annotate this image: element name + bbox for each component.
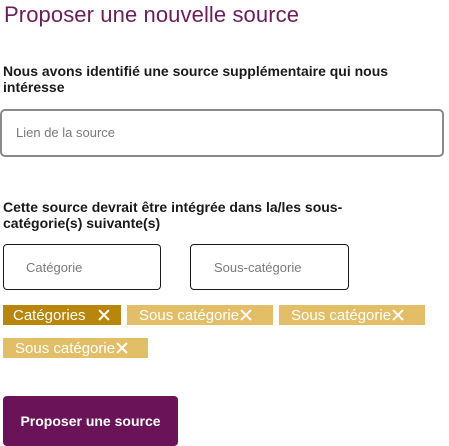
chip-subcategory: Sous catégorie [279,305,425,325]
chip-label: Catégories [13,306,86,324]
chip-categories: Catégories [3,305,121,325]
category-placeholder: Catégorie [26,260,83,275]
subcategory-placeholder: Sous-catégorie [214,260,302,275]
close-icon[interactable] [98,309,110,321]
close-icon[interactable] [116,342,128,354]
source-link-placeholder: Lien de la source [16,125,116,140]
chip-label: Sous catégorie [139,306,240,324]
source-link-input[interactable]: Lien de la source [0,109,444,157]
category-section-label: Cette source devrait être intégrée dans … [3,199,343,231]
close-icon[interactable] [392,309,404,321]
close-icon[interactable] [240,309,252,321]
subcategory-select[interactable]: Sous-catégorie [190,244,349,290]
chip-subcategory: Sous catégorie [127,305,273,325]
propose-source-button[interactable]: Proposer une source [3,396,178,446]
chip-subcategory: Sous catégorie [3,338,148,358]
page-title: Proposer une nouvelle source [4,2,300,27]
chip-label: Sous catégorie [15,339,116,357]
chip-label: Sous catégorie [291,306,392,324]
category-select[interactable]: Catégorie [3,244,161,290]
source-section-label: Nous avons identifié une source suppléme… [3,63,389,95]
